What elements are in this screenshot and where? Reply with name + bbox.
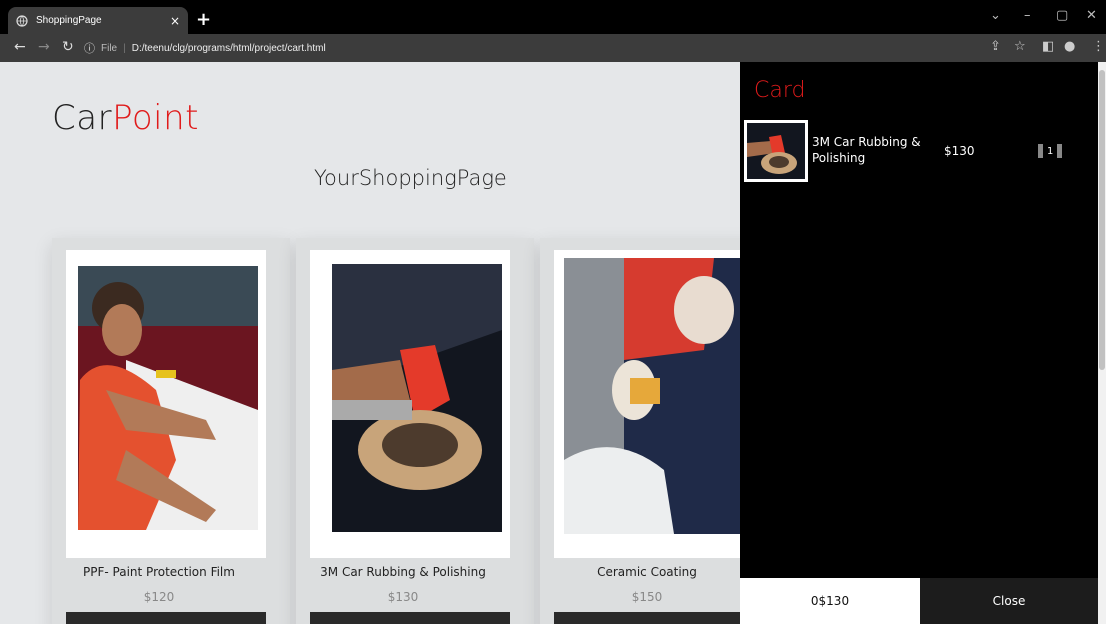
cart-footer: 0$130 Close xyxy=(740,578,1098,624)
bookmark-star-icon[interactable]: ☆ xyxy=(1014,39,1026,54)
product-name: 3M Car Rubbing & Polishing xyxy=(320,565,486,579)
product-image-ppf xyxy=(66,250,266,558)
cart-item: 3M Car Rubbing & Polishing $130 1 xyxy=(744,120,1084,184)
product-price: $150 xyxy=(631,590,663,604)
separator: | xyxy=(123,42,126,54)
sidepanel-icon[interactable]: ◧ xyxy=(1042,39,1054,54)
new-tab-button[interactable]: + xyxy=(196,9,211,30)
address-bar-row: ← → ↻ ⓘ File | D:/teenu/clg/programs/htm… xyxy=(0,34,1106,62)
cart-total: 0$130 xyxy=(740,578,920,624)
chevron-down-icon[interactable]: ⌄ xyxy=(990,8,1001,23)
product-card: PPF- Paint Protection Film $120 xyxy=(52,238,290,624)
share-icon[interactable]: ⇪ xyxy=(990,39,1001,54)
increment-handle[interactable] xyxy=(1057,144,1063,158)
quantity-value: 1 xyxy=(1047,145,1054,157)
url-text[interactable]: D:/teenu/clg/programs/html/project/cart.… xyxy=(132,43,326,54)
minimize-icon[interactable]: – xyxy=(1024,8,1031,23)
info-icon[interactable]: ⓘ xyxy=(84,40,95,56)
address-bar[interactable]: ⓘ File | D:/teenu/clg/programs/html/proj… xyxy=(84,38,984,58)
quantity-stepper[interactable]: 1 xyxy=(1038,144,1063,158)
profile-avatar-icon[interactable]: ● xyxy=(1064,39,1075,54)
product-price: $120 xyxy=(143,590,175,604)
product-name: Ceramic Coating xyxy=(597,565,697,579)
tab-title: ShoppingPage xyxy=(36,15,102,26)
page-scrollbar[interactable] xyxy=(1098,62,1106,624)
logo-accent: Point xyxy=(112,98,199,138)
scrollbar-thumb[interactable] xyxy=(1099,70,1105,370)
menu-icon[interactable]: ⋮ xyxy=(1092,39,1105,54)
logo-main: Car xyxy=(52,98,113,138)
product-image-ceramic xyxy=(554,250,754,558)
cart-item-name: 3M Car Rubbing & Polishing xyxy=(812,135,921,165)
cart-item-image xyxy=(744,120,808,182)
close-cart-button[interactable]: Close xyxy=(920,578,1098,624)
file-label: File xyxy=(101,42,118,54)
globe-icon xyxy=(16,14,28,27)
tab-shoppingpage[interactable]: ShoppingPage × xyxy=(8,7,188,34)
back-icon[interactable]: ← xyxy=(14,39,26,55)
close-tab-icon[interactable]: × xyxy=(170,14,180,28)
tab-bar: ShoppingPage × + ⌄ – ▢ ✕ xyxy=(0,0,1106,34)
add-to-cart-button[interactable] xyxy=(66,612,266,624)
forward-icon[interactable]: → xyxy=(38,39,50,55)
add-to-cart-button[interactable] xyxy=(554,612,754,624)
decrement-handle[interactable] xyxy=(1038,144,1043,158)
product-image-polishing xyxy=(310,250,510,558)
page-title: YourShoppingPage xyxy=(314,166,507,190)
close-window-icon[interactable]: ✕ xyxy=(1086,8,1097,23)
logo: CarPoint xyxy=(52,98,199,138)
add-to-cart-button[interactable] xyxy=(310,612,510,624)
reload-icon[interactable]: ↻ xyxy=(62,39,74,55)
cart-item-price: $130 xyxy=(944,144,975,158)
product-name: PPF- Paint Protection Film xyxy=(83,565,235,579)
restore-icon[interactable]: ▢ xyxy=(1056,8,1068,23)
browser-window: ShoppingPage × + ⌄ – ▢ ✕ ← → ↻ ⓘ File | … xyxy=(0,0,1106,624)
product-price: $130 xyxy=(387,590,419,604)
cart-title: Card xyxy=(754,78,806,103)
product-card: 3M Car Rubbing & Polishing $130 xyxy=(296,238,534,624)
cart-panel: Card 3M Car Rubbing & Polishing $130 1 0 xyxy=(740,62,1098,624)
